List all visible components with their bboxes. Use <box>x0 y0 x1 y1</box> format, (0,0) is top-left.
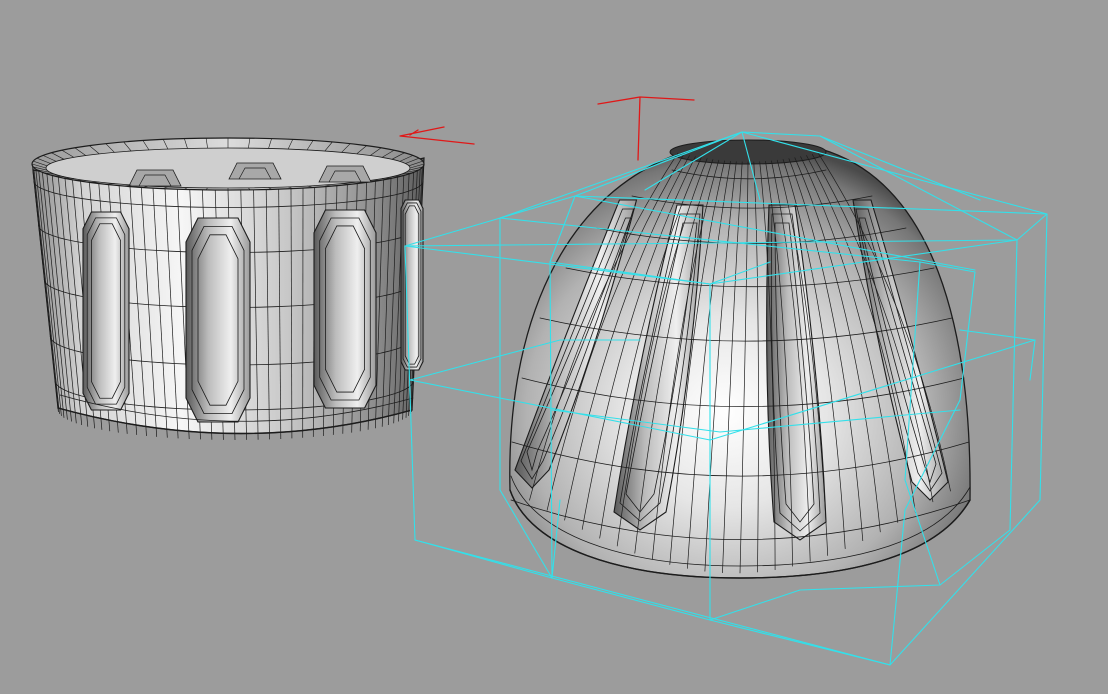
cylinder-object[interactable] <box>31 137 425 441</box>
viewport-canvas[interactable] <box>0 0 1108 694</box>
3d-viewport[interactable] <box>0 0 1108 694</box>
